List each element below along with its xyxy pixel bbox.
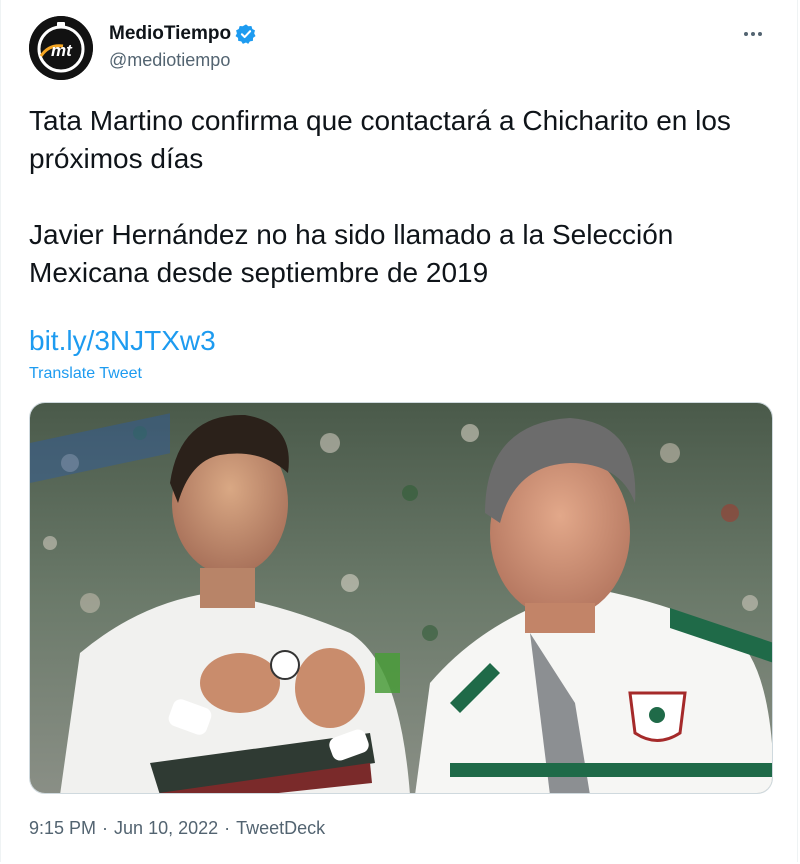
more-options-icon[interactable] bbox=[735, 22, 771, 46]
svg-text:mt: mt bbox=[51, 41, 73, 60]
tweet-header: mt MedioTiempo @mediotiempo bbox=[29, 16, 777, 80]
tweet-text: Tata Martino confirma que contactará a C… bbox=[29, 102, 769, 292]
tweet-date[interactable]: Jun 10, 2022 bbox=[114, 818, 218, 838]
verified-badge-icon bbox=[235, 23, 257, 45]
tweet-time[interactable]: 9:15 PM bbox=[29, 818, 96, 838]
tweet-media-photo[interactable] bbox=[29, 402, 773, 794]
tweet-paragraph-2: Javier Hernández no ha sido llamado a la… bbox=[29, 219, 674, 288]
author-handle[interactable]: @mediotiempo bbox=[109, 50, 257, 71]
name-row: MedioTiempo bbox=[109, 22, 257, 46]
translate-tweet-button[interactable]: Translate Tweet bbox=[29, 365, 142, 383]
author-display-name[interactable]: MedioTiempo bbox=[109, 23, 231, 45]
tweet-card: mt MedioTiempo @mediotiempo Tata Martino… bbox=[0, 0, 798, 862]
mediotiempo-logo-icon: mt bbox=[29, 16, 93, 80]
author-names: MedioTiempo @mediotiempo bbox=[109, 22, 257, 71]
meta-separator-1: · bbox=[102, 818, 109, 838]
tweet-paragraph-1: Tata Martino confirma que contactará a C… bbox=[29, 105, 731, 174]
meta-separator-2: · bbox=[224, 818, 231, 838]
tweet-link[interactable]: bit.ly/3NJTXw3 bbox=[29, 322, 216, 360]
tweet-metadata: 9:15 PM · Jun 10, 2022 · TweetDeck bbox=[29, 818, 325, 839]
avatar[interactable]: mt bbox=[29, 16, 93, 80]
media-photo-image bbox=[30, 403, 772, 793]
tweet-source[interactable]: TweetDeck bbox=[236, 818, 325, 838]
